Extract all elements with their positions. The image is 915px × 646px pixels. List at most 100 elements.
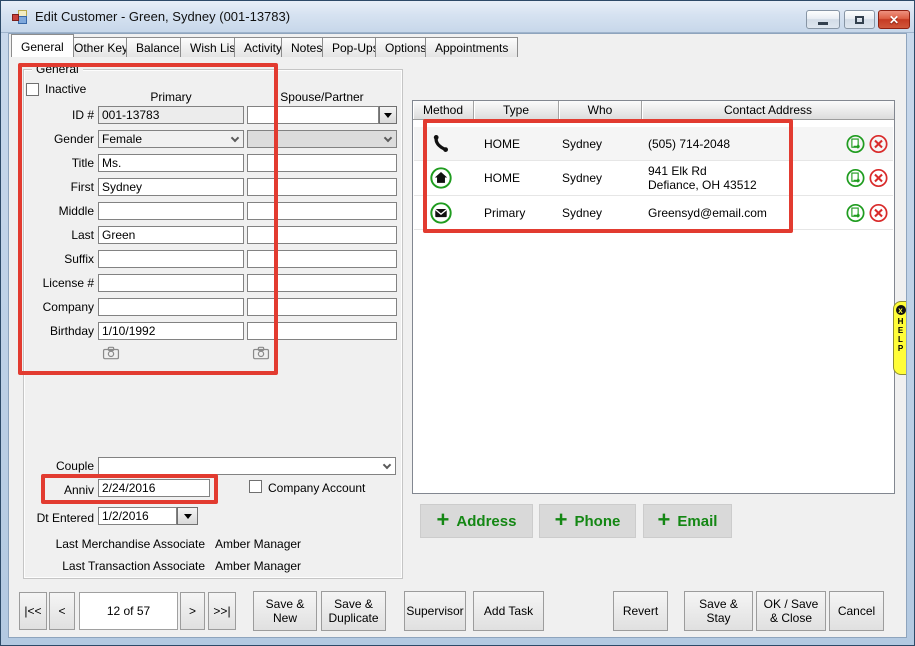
suffix-primary-input[interactable] xyxy=(98,250,244,268)
suffix-spouse-input[interactable] xyxy=(247,250,397,268)
company-spouse-input[interactable] xyxy=(247,298,397,316)
couple-combo[interactable] xyxy=(98,457,396,475)
ok-save-close-label-1: OK / Save xyxy=(764,597,819,611)
tab-appointments[interactable]: Appointments xyxy=(425,37,518,57)
contact-table-header: Method Type Who Contact Address xyxy=(413,101,894,120)
cancel-label: Cancel xyxy=(838,604,875,618)
anniv-input[interactable] xyxy=(98,479,210,497)
camera-icon[interactable] xyxy=(252,346,270,360)
chevron-down-icon xyxy=(383,461,391,469)
license-spouse-input[interactable] xyxy=(247,274,397,292)
nav-first-button[interactable]: |<< xyxy=(19,592,47,630)
company-account-checkbox[interactable] xyxy=(249,480,262,493)
save-stay-label-1: Save & xyxy=(699,597,738,611)
save-new-label-1: Save & xyxy=(266,597,305,611)
help-tab[interactable]: x H E L P xyxy=(893,301,907,375)
contact-who: Sydney xyxy=(562,137,602,151)
middle-spouse-input[interactable] xyxy=(247,202,397,220)
inactive-checkbox[interactable] xyxy=(26,83,39,96)
contact-address: Greensyd@email.com xyxy=(648,206,767,220)
dropdown-arrow-icon xyxy=(384,113,392,118)
save-stay-button[interactable]: Save & Stay xyxy=(684,591,753,631)
add-task-button[interactable]: Add Task xyxy=(473,591,544,631)
add-phone-button[interactable]: + Phone xyxy=(539,504,636,538)
last-spouse-input[interactable] xyxy=(247,226,397,244)
license-primary-input[interactable] xyxy=(98,274,244,292)
spouse-column-header: Spouse/Partner xyxy=(247,90,397,104)
contact-row-email[interactable]: Primary Sydney Greensyd@email.com xyxy=(414,196,893,230)
dt-entered-input[interactable] xyxy=(98,507,177,525)
last-primary-input[interactable] xyxy=(98,226,244,244)
edit-record-icon[interactable] xyxy=(846,203,865,222)
header-contact-address[interactable]: Contact Address xyxy=(642,101,894,119)
nav-last-label: >>| xyxy=(213,604,230,618)
id-primary-input[interactable] xyxy=(98,106,244,124)
contact-row-address[interactable]: HOME Sydney 941 Elk RdDefiance, OH 43512 xyxy=(414,161,893,196)
contact-row-phone[interactable]: HOME Sydney (505) 714-2048 xyxy=(414,127,893,161)
id-spouse-dropdown-button[interactable] xyxy=(379,106,397,124)
edit-record-icon[interactable] xyxy=(846,134,865,153)
record-position: 12 of 57 xyxy=(79,592,178,630)
minimize-button[interactable] xyxy=(806,10,840,29)
plus-icon: + xyxy=(555,509,568,531)
camera-icon[interactable] xyxy=(102,346,120,360)
birthday-spouse-input[interactable] xyxy=(247,322,397,340)
add-email-label: Email xyxy=(677,513,717,530)
first-spouse-input[interactable] xyxy=(247,178,397,196)
suffix-label: Suffix xyxy=(9,250,94,268)
close-icon: ✕ xyxy=(889,14,899,26)
close-button[interactable]: ✕ xyxy=(878,10,910,29)
middle-label: Middle xyxy=(9,202,94,220)
chevron-down-icon xyxy=(231,134,239,142)
title-label: Title xyxy=(9,154,94,172)
last-transaction-associate-label: Last Transaction Associate xyxy=(9,559,205,573)
ok-save-close-label-2: & Close xyxy=(770,611,812,625)
save-duplicate-label-2: Duplicate xyxy=(328,611,378,625)
add-phone-label: Phone xyxy=(575,513,621,530)
company-label: Company xyxy=(9,298,94,316)
last-transaction-associate-value: Amber Manager xyxy=(215,559,301,573)
contact-who: Sydney xyxy=(562,171,602,185)
delete-icon[interactable] xyxy=(869,203,888,222)
edit-record-icon[interactable] xyxy=(846,169,865,188)
birthday-primary-input[interactable] xyxy=(98,322,244,340)
nav-last-button[interactable]: >>| xyxy=(208,592,236,630)
nav-next-button[interactable]: > xyxy=(180,592,205,630)
nav-prev-button[interactable]: < xyxy=(49,592,75,630)
maximize-button[interactable] xyxy=(844,10,875,29)
add-email-button[interactable]: + Email xyxy=(643,504,732,538)
delete-icon[interactable] xyxy=(869,169,888,188)
revert-button[interactable]: Revert xyxy=(613,591,668,631)
save-new-button[interactable]: Save & New xyxy=(253,591,317,631)
gender-label: Gender xyxy=(9,130,94,148)
save-duplicate-button[interactable]: Save & Duplicate xyxy=(321,591,386,631)
app-icon xyxy=(12,10,28,25)
dt-entered-dropdown-button[interactable] xyxy=(177,507,198,525)
plus-icon: + xyxy=(437,509,450,531)
id-spouse-input[interactable] xyxy=(247,106,379,124)
first-primary-input[interactable] xyxy=(98,178,244,196)
general-groupbox-legend: General xyxy=(32,62,83,76)
delete-icon[interactable] xyxy=(869,134,888,153)
company-primary-input[interactable] xyxy=(98,298,244,316)
title-primary-input[interactable] xyxy=(98,154,244,172)
tab-general[interactable]: General xyxy=(11,34,74,57)
header-who[interactable]: Who xyxy=(559,101,642,119)
add-address-button[interactable]: + Address xyxy=(420,504,533,538)
header-type[interactable]: Type xyxy=(474,101,559,119)
cancel-button[interactable]: Cancel xyxy=(829,591,884,631)
save-stay-label-2: Stay xyxy=(706,611,730,625)
supervisor-button[interactable]: Supervisor xyxy=(404,591,466,631)
home-icon xyxy=(430,167,452,189)
ok-save-close-button[interactable]: OK / Save & Close xyxy=(756,591,826,631)
primary-column-header: Primary xyxy=(98,90,244,104)
title-spouse-input[interactable] xyxy=(247,154,397,172)
contact-type: Primary xyxy=(484,206,525,220)
anniv-label: Anniv xyxy=(9,481,94,499)
nav-first-label: |<< xyxy=(24,604,41,618)
chevron-down-icon xyxy=(384,134,392,142)
header-method[interactable]: Method xyxy=(413,101,474,119)
help-letter: H xyxy=(898,317,904,326)
gender-primary-combo[interactable]: Female xyxy=(98,130,244,148)
middle-primary-input[interactable] xyxy=(98,202,244,220)
